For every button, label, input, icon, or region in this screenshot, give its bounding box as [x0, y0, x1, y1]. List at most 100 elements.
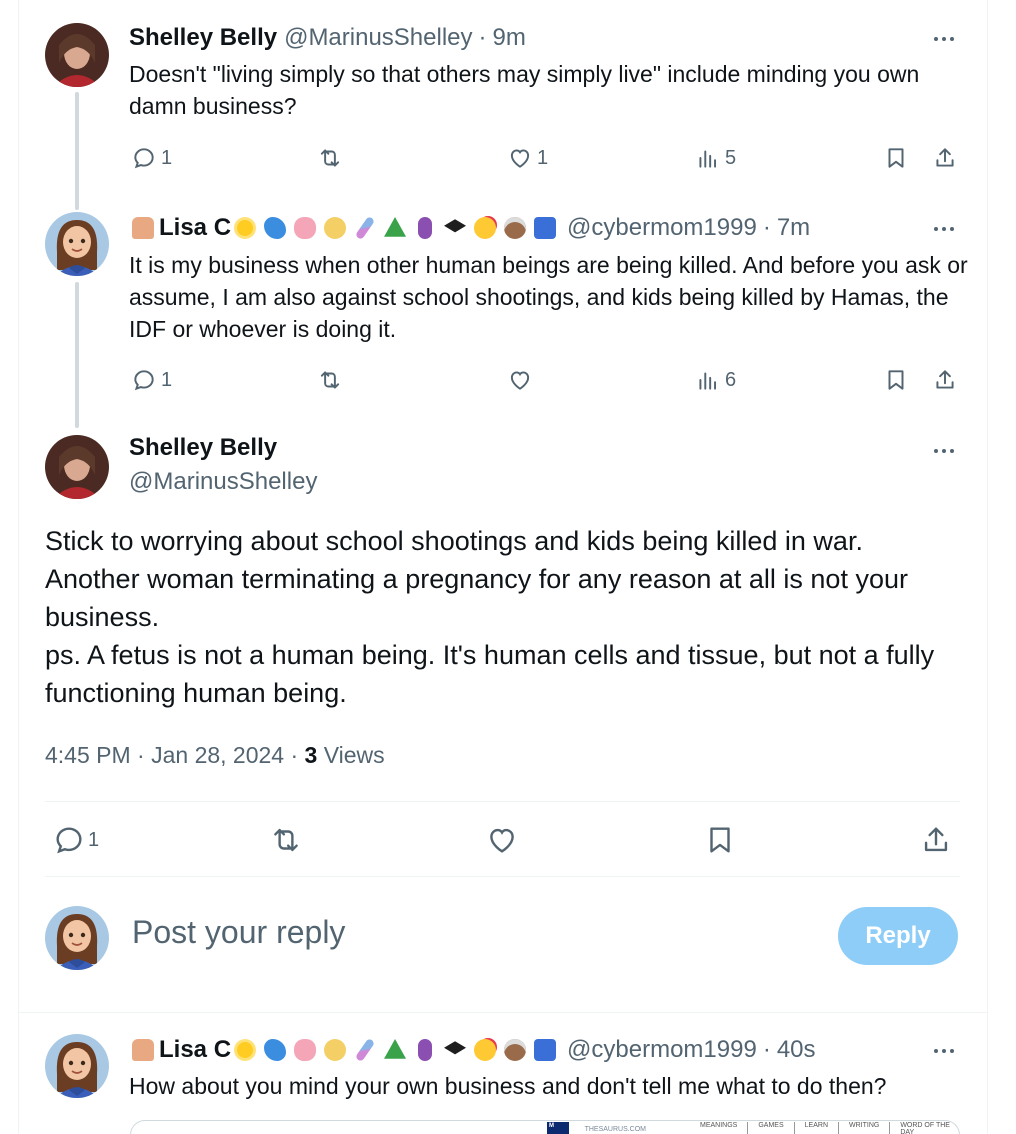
post-metadata: 4:45 PM · Jan 28, 2024 · 3 Views — [45, 742, 385, 769]
comment-icon — [134, 370, 154, 391]
link-preview-card[interactable]: M THESAURUS.COM MEANINGS GAMES LEARN WRI… — [130, 1120, 960, 1134]
divider — [45, 801, 960, 802]
post-time[interactable]: 9m — [493, 24, 526, 52]
heart-icon — [510, 371, 530, 390]
reply-button[interactable]: 1 — [131, 145, 172, 171]
repost-icon — [274, 828, 298, 852]
graduation-cap-icon — [441, 214, 469, 242]
analytics-icon — [699, 150, 717, 168]
woman-technologist-icon — [129, 214, 157, 242]
bookmark-icon — [888, 148, 904, 168]
bookmark-icon — [710, 827, 730, 853]
like-button[interactable]: 1 — [507, 145, 548, 171]
like-button[interactable] — [507, 367, 533, 393]
more-options-icon[interactable] — [934, 37, 954, 41]
reply-count: 1 — [161, 146, 173, 169]
dna-icon — [351, 1036, 379, 1064]
thread-connector — [75, 282, 79, 428]
site-nav: MEANINGS GAMES LEARN WRITING WORD OF THE… — [690, 1122, 959, 1134]
site-nav-item: WORD OF THE DAY — [889, 1122, 959, 1134]
brain-icon — [291, 214, 319, 242]
card-header: M THESAURUS.COM MEANINGS GAMES LEARN WRI… — [131, 1121, 959, 1134]
view-count: 5 — [725, 146, 737, 169]
author-handle[interactable]: @MarinusShelley — [129, 468, 317, 496]
author-handle[interactable]: @cybermom1999 — [567, 1036, 757, 1064]
views-label: Views — [317, 742, 385, 768]
repost-button[interactable] — [317, 145, 343, 171]
woman-technologist-icon — [129, 1036, 157, 1064]
bookmark-button[interactable] — [703, 823, 737, 857]
brain-icon — [291, 1036, 319, 1064]
views-button[interactable]: 5 — [695, 145, 736, 171]
smiling-face-with-hearts-icon — [471, 1036, 499, 1064]
separator-dot: · — [478, 24, 487, 51]
post-text: Stick to worrying about school shootings… — [45, 522, 965, 712]
author-name[interactable]: Shelley Belly — [129, 434, 277, 462]
share-button[interactable] — [932, 145, 958, 171]
divider — [18, 1012, 988, 1013]
more-options-icon[interactable] — [934, 1049, 954, 1053]
heart-icon — [510, 149, 530, 168]
views-count: 3 — [304, 742, 318, 768]
avatar[interactable] — [45, 212, 109, 276]
thread-connector — [75, 92, 79, 210]
share-button[interactable] — [932, 367, 958, 393]
repost-button[interactable] — [269, 823, 303, 857]
author-handle[interactable]: @cybermom1999 — [567, 214, 757, 242]
bookmark-icon — [888, 370, 904, 390]
wheelchair-symbol-icon — [531, 214, 559, 242]
author-row: Lisa C @cybermom1999 · 40s — [129, 1036, 816, 1064]
avatar[interactable] — [45, 435, 109, 499]
author-name[interactable]: Lisa C — [159, 214, 231, 242]
site-nav-item: MEANINGS — [700, 1122, 738, 1129]
butterfly-icon — [261, 214, 289, 242]
divider — [45, 876, 960, 877]
butterfly-icon — [261, 1036, 289, 1064]
recycling-icon — [381, 1036, 409, 1064]
sun-icon — [231, 1036, 259, 1064]
comment-icon — [56, 827, 82, 854]
sun-icon — [231, 214, 259, 242]
post-paragraph: ps. A fetus is not a human being. It's h… — [45, 640, 935, 708]
site-name: THESAURUS.COM — [584, 1125, 647, 1133]
more-options-icon[interactable] — [934, 449, 954, 453]
author-handle[interactable]: @MarinusShelley — [284, 24, 472, 52]
post-timestamp[interactable]: 4:45 PM · Jan 28, 2024 · — [45, 742, 305, 768]
pregnant-person-icon — [411, 214, 439, 242]
avatar[interactable] — [45, 906, 109, 970]
like-button[interactable] — [485, 823, 519, 857]
older-person-icon — [501, 1036, 529, 1064]
reply-button[interactable]: 1 — [131, 367, 172, 393]
comment-icon — [134, 148, 154, 169]
repost-icon — [320, 371, 340, 389]
more-options-icon[interactable] — [934, 227, 954, 231]
analytics-icon — [699, 372, 717, 390]
graduation-cap-icon — [441, 1036, 469, 1064]
post-time[interactable]: 7m — [777, 214, 810, 242]
reply-submit-button[interactable]: Reply — [838, 907, 958, 965]
bookmark-button[interactable] — [883, 145, 909, 171]
views-button[interactable]: 6 — [695, 367, 736, 393]
share-button[interactable] — [919, 823, 953, 857]
author-row: Lisa C @cybermom1999 · 7m — [129, 214, 810, 242]
pregnant-person-icon — [411, 1036, 439, 1064]
reply-button[interactable]: 1 — [52, 823, 99, 857]
older-person-icon — [501, 214, 529, 242]
like-count: 1 — [537, 146, 549, 169]
avatar[interactable] — [45, 1034, 109, 1098]
author-name[interactable]: Shelley Belly — [129, 24, 277, 52]
separator-dot: · — [762, 214, 771, 241]
author-row: Shelley Belly @MarinusShelley · 9m — [129, 24, 526, 52]
avatar[interactable] — [45, 23, 109, 87]
repost-button[interactable] — [317, 367, 343, 393]
recycling-icon — [381, 214, 409, 242]
author-name[interactable]: Lisa C — [159, 1036, 231, 1064]
share-icon — [924, 827, 948, 852]
bookmark-button[interactable] — [883, 367, 909, 393]
site-nav-item: WRITING — [838, 1122, 879, 1134]
post-time[interactable]: 40s — [777, 1036, 816, 1064]
repost-icon — [320, 149, 340, 167]
blond-person-icon — [321, 1036, 349, 1064]
reply-input[interactable]: Post your reply — [132, 914, 345, 951]
smiling-face-with-hearts-icon — [471, 214, 499, 242]
